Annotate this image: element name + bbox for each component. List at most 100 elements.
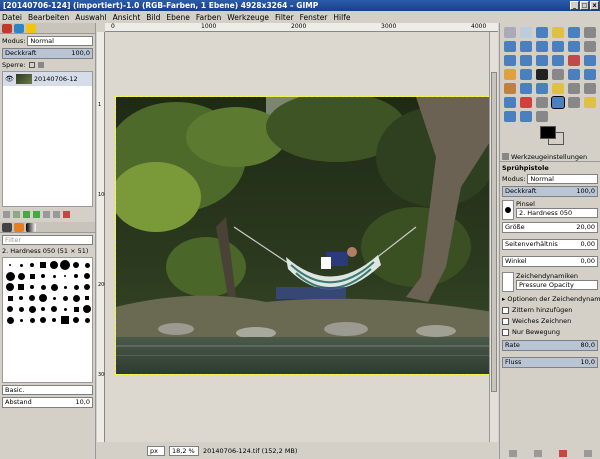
tool-icon[interactable] bbox=[520, 97, 532, 108]
menu-bearbeiten[interactable]: Bearbeiten bbox=[28, 13, 69, 22]
restore-options-icon[interactable] bbox=[533, 450, 542, 457]
brush-item[interactable] bbox=[27, 304, 37, 314]
close-button[interactable]: x bbox=[590, 1, 599, 10]
brushes-tab-icon[interactable] bbox=[2, 223, 12, 232]
brush-item[interactable] bbox=[38, 260, 48, 270]
save-options-icon[interactable] bbox=[508, 450, 517, 457]
tool-icon[interactable] bbox=[536, 111, 548, 122]
size-slider[interactable]: Größe 20,00 bbox=[502, 222, 598, 233]
tool-opacity-slider[interactable]: Deckkraft 100,0 bbox=[502, 186, 598, 197]
brush-item[interactable] bbox=[16, 304, 26, 314]
brush-item[interactable] bbox=[27, 271, 37, 281]
menu-ansicht[interactable]: Ansicht bbox=[113, 13, 141, 22]
brush-item[interactable] bbox=[16, 282, 26, 292]
brush-item[interactable] bbox=[5, 271, 15, 281]
brush-item[interactable] bbox=[82, 282, 92, 292]
brush-item[interactable] bbox=[60, 260, 70, 270]
brush-item[interactable] bbox=[71, 315, 81, 325]
tool-icon[interactable] bbox=[504, 55, 516, 66]
tool-icon[interactable] bbox=[584, 97, 596, 108]
brush-item[interactable] bbox=[60, 271, 70, 281]
brush-item[interactable] bbox=[60, 282, 70, 292]
tool-icon[interactable] bbox=[520, 69, 532, 80]
brush-item[interactable] bbox=[71, 293, 81, 303]
brush-item[interactable] bbox=[27, 260, 37, 270]
brush-item[interactable] bbox=[60, 304, 70, 314]
tool-icon[interactable] bbox=[568, 83, 580, 94]
brush-filter-input[interactable]: Filter bbox=[2, 235, 93, 245]
brush-preview[interactable] bbox=[502, 200, 514, 220]
brush-select[interactable]: 2. Hardness 050 bbox=[516, 208, 598, 218]
menu-werkzeuge[interactable]: Werkzeuge bbox=[227, 13, 269, 22]
layer-opacity-slider[interactable]: Deckkraft 100,0 bbox=[2, 48, 93, 59]
brush-item[interactable] bbox=[38, 293, 48, 303]
tool-icon[interactable] bbox=[536, 83, 548, 94]
tool-icon[interactable] bbox=[504, 83, 516, 94]
tool-icon[interactable] bbox=[536, 55, 548, 66]
dynamics-options-expander[interactable]: ▸ Optionen der Zeichendynamik bbox=[502, 295, 600, 303]
layer-row[interactable]: 👁 20140706-12 bbox=[3, 72, 92, 86]
ruler-corner[interactable] bbox=[97, 23, 105, 32]
brush-item[interactable] bbox=[49, 282, 59, 292]
brush-item[interactable] bbox=[49, 271, 59, 281]
new-group-icon[interactable] bbox=[13, 211, 20, 218]
gradients-tab-icon[interactable] bbox=[26, 223, 36, 232]
duplicate-layer-icon[interactable] bbox=[43, 211, 50, 218]
patterns-tab-icon[interactable] bbox=[14, 223, 24, 232]
tool-icon[interactable] bbox=[520, 83, 532, 94]
brush-item[interactable] bbox=[38, 304, 48, 314]
brush-item[interactable] bbox=[49, 260, 59, 270]
brush-item[interactable] bbox=[60, 315, 70, 325]
brush-spacing-slider[interactable]: Abstand 10,0 bbox=[2, 397, 93, 408]
brush-item[interactable] bbox=[82, 315, 92, 325]
dynamics-preview-icon[interactable] bbox=[502, 272, 514, 292]
dynamics-select[interactable]: Pressure Opacity bbox=[516, 280, 598, 290]
menu-bild[interactable]: Bild bbox=[146, 13, 160, 22]
tool-icon[interactable] bbox=[551, 96, 565, 109]
window-titlebar[interactable]: [20140706-124] (importiert)-1.0 (RGB-Far… bbox=[0, 0, 600, 11]
layers-tab-icon[interactable] bbox=[2, 24, 12, 33]
tool-icon[interactable] bbox=[568, 97, 580, 108]
layer-mode-select[interactable]: Normal bbox=[27, 36, 93, 46]
new-layer-icon[interactable] bbox=[3, 211, 10, 218]
brush-item[interactable] bbox=[60, 293, 70, 303]
tool-icon[interactable] bbox=[504, 41, 516, 52]
delete-options-icon[interactable] bbox=[558, 450, 567, 457]
image-canvas[interactable] bbox=[115, 96, 494, 375]
tool-icon[interactable] bbox=[520, 27, 532, 38]
tool-icon[interactable] bbox=[504, 27, 516, 38]
vertical-scrollbar[interactable] bbox=[489, 32, 498, 442]
brush-item[interactable] bbox=[5, 260, 15, 270]
lock-pixels-icon[interactable] bbox=[28, 62, 35, 68]
brush-item[interactable] bbox=[82, 271, 92, 281]
brush-item[interactable] bbox=[71, 260, 81, 270]
brush-item[interactable] bbox=[27, 282, 37, 292]
brush-item[interactable] bbox=[16, 315, 26, 325]
tool-icon[interactable] bbox=[584, 55, 596, 66]
brush-item[interactable] bbox=[71, 304, 81, 314]
tool-icon[interactable] bbox=[568, 41, 580, 52]
brush-item[interactable] bbox=[16, 293, 26, 303]
tool-icon[interactable] bbox=[584, 27, 596, 38]
tool-icon[interactable] bbox=[568, 27, 580, 38]
tool-icon[interactable] bbox=[552, 27, 564, 38]
brush-item[interactable] bbox=[27, 293, 37, 303]
brush-item[interactable] bbox=[49, 315, 59, 325]
lock-alpha-icon[interactable] bbox=[37, 62, 44, 68]
delete-layer-icon[interactable] bbox=[63, 211, 70, 218]
tool-icon[interactable] bbox=[568, 55, 580, 66]
tool-icon[interactable] bbox=[520, 111, 532, 122]
menu-filter[interactable]: Filter bbox=[275, 13, 294, 22]
brush-item[interactable] bbox=[5, 315, 15, 325]
tool-icon[interactable] bbox=[520, 41, 532, 52]
tool-icon[interactable] bbox=[536, 97, 548, 108]
brush-item[interactable] bbox=[82, 260, 92, 270]
tool-icon[interactable] bbox=[504, 111, 516, 122]
fg-color-swatch[interactable] bbox=[540, 126, 556, 139]
menu-fenster[interactable]: Fenster bbox=[300, 13, 328, 22]
brush-preset-select[interactable]: Basic. bbox=[2, 385, 93, 395]
menu-auswahl[interactable]: Auswahl bbox=[75, 13, 106, 22]
reset-options-icon[interactable] bbox=[583, 450, 592, 457]
tool-icon[interactable] bbox=[552, 83, 564, 94]
brush-item[interactable] bbox=[82, 293, 92, 303]
